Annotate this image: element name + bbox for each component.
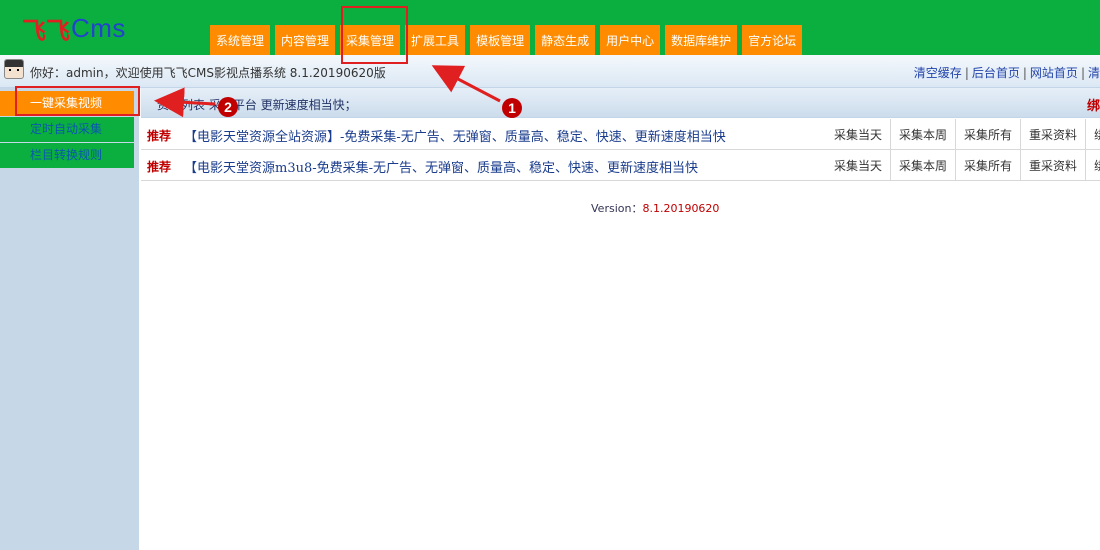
- main-content: 资源列表 采集平台 更新速度相当快； 绑 推荐 【电影天堂资源全站资源】-免费采…: [141, 88, 1100, 550]
- logo[interactable]: 飞飞 Cms: [22, 12, 126, 45]
- recollect-link[interactable]: 重采资料: [1020, 119, 1085, 150]
- clear-cache-link[interactable]: 清空缓存: [914, 66, 962, 80]
- resource-title-link[interactable]: 【电影天堂资源全站资源】-免费采集-无广告、无弹窗、质量高、稳定、快速、更新速度…: [184, 126, 726, 145]
- recommend-tag: 推荐: [147, 129, 172, 143]
- nav-database[interactable]: 数据库维护: [665, 25, 738, 55]
- bind-link[interactable]: 绑: [1085, 119, 1100, 150]
- version-value: 8.1.20190620: [642, 202, 720, 215]
- welcome-text: 你好：admin，欢迎使用飞飞CMS影视点播系统 8.1.20190620版: [30, 66, 386, 80]
- app-window: 飞飞 Cms 系统管理 内容管理 采集管理 扩展工具 模板管理 静态生成 用户中…: [0, 0, 1100, 550]
- collect-today-link[interactable]: 采集当天: [826, 119, 890, 150]
- nav-users[interactable]: 用户中心: [600, 25, 661, 55]
- table-row: 推荐 【电影天堂资源m3u8-免费采集-无广告、无弹窗、质量高、稳定、快速、更新…: [141, 150, 1100, 181]
- row-actions: 采集当天 采集本周 采集所有 重采资料 绑: [826, 150, 1100, 181]
- nav-forum[interactable]: 官方论坛: [742, 25, 803, 55]
- table-row: 推荐 【电影天堂资源全站资源】-免费采集-无广告、无弹窗、质量高、稳定、快速、更…: [141, 119, 1100, 150]
- sidebar: 一键采集视频 定时自动采集 栏目转换规则: [0, 88, 139, 550]
- notice-right: 绑: [1086, 99, 1100, 114]
- notice-text: 资源列表 采集平台 更新速度相当快；: [157, 98, 357, 112]
- version-info: Version：8.1.20190620: [591, 200, 719, 216]
- notice-bar: 资源列表 采集平台 更新速度相当快； 绑: [141, 88, 1100, 118]
- highlight-box-sidebar: [15, 86, 140, 116]
- collect-all-link[interactable]: 采集所有: [955, 119, 1020, 150]
- bind-link[interactable]: 绑: [1085, 150, 1100, 181]
- highlight-box-nav: [341, 6, 408, 64]
- version-label: Version：: [591, 202, 643, 215]
- top-links: 清空缓存 | 后台首页 | 网站首页 | 清: [913, 66, 1100, 80]
- site-home-link[interactable]: 网站首页: [1030, 66, 1078, 80]
- collect-today-link[interactable]: 采集当天: [826, 150, 890, 181]
- row-actions: 采集当天 采集本周 采集所有 重采资料 绑: [826, 119, 1100, 150]
- logo-text: Cms: [71, 12, 126, 43]
- header: 飞飞 Cms 系统管理 内容管理 采集管理 扩展工具 模板管理 静态生成 用户中…: [0, 0, 1100, 55]
- recommend-tag: 推荐: [147, 160, 172, 174]
- nav-tools[interactable]: 扩展工具: [405, 25, 466, 55]
- collect-all-link[interactable]: 采集所有: [955, 150, 1020, 181]
- collect-week-link[interactable]: 采集本周: [890, 150, 955, 181]
- welcome-bar: 你好：admin，欢迎使用飞飞CMS影视点播系统 8.1.20190620版 清…: [0, 55, 1100, 88]
- nav-system[interactable]: 系统管理: [210, 25, 271, 55]
- logo-mark: 飞飞: [22, 16, 70, 45]
- step-badge-2: 2: [218, 97, 238, 117]
- collect-week-link[interactable]: 采集本周: [890, 119, 955, 150]
- recollect-link[interactable]: 重采资料: [1020, 150, 1085, 181]
- admin-home-link[interactable]: 后台首页: [972, 66, 1020, 80]
- nav-content[interactable]: 内容管理: [275, 25, 336, 55]
- avatar: [4, 59, 24, 79]
- sidebar-item-category-rules[interactable]: 栏目转换规则: [0, 143, 134, 168]
- nav-templates[interactable]: 模板管理: [470, 25, 531, 55]
- main-nav: 系统管理 内容管理 采集管理 扩展工具 模板管理 静态生成 用户中心 数据库维护…: [210, 25, 803, 55]
- sidebar-item-scheduled-collect[interactable]: 定时自动采集: [0, 117, 134, 142]
- resource-title-link[interactable]: 【电影天堂资源m3u8-免费采集-无广告、无弹窗、质量高、稳定、快速、更新速度相…: [184, 157, 698, 176]
- step-badge-1: 1: [502, 98, 522, 118]
- more-link[interactable]: 清: [1088, 66, 1100, 80]
- nav-static[interactable]: 静态生成: [535, 25, 596, 55]
